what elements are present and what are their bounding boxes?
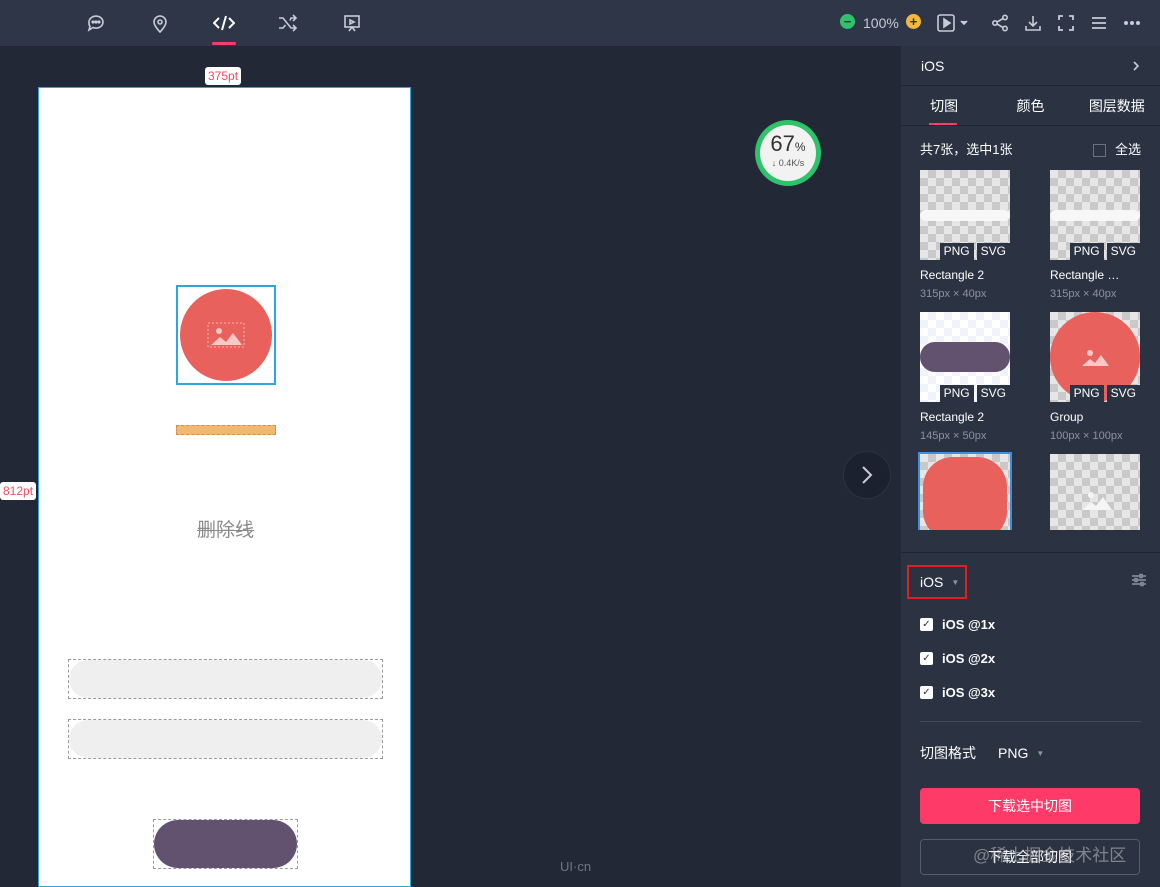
select-all-checkbox[interactable] xyxy=(1092,143,1106,157)
slice-item[interactable]: PNG SVG Rectangle … 315px × 40px xyxy=(1050,170,1140,312)
platform-select[interactable]: iOS ▼ xyxy=(907,565,967,599)
strikethrough-text[interactable]: 删除线 xyxy=(39,515,412,542)
slice-item[interactable]: PNG SVG Rectangle 2 315px × 40px xyxy=(920,170,1010,312)
top-toolbar: − 100% + xyxy=(0,0,1160,46)
tab-colors[interactable]: 颜色 xyxy=(987,86,1073,125)
red-circle-avatar[interactable] xyxy=(180,289,272,381)
svg-tag[interactable]: SVG xyxy=(976,385,1010,402)
select-all-toggle[interactable]: 全选 xyxy=(1092,139,1141,158)
caret-down-icon: ▼ xyxy=(1036,748,1045,758)
select-all-label: 全选 xyxy=(1114,141,1141,157)
png-tag[interactable]: PNG xyxy=(939,243,974,260)
download-selected-button[interactable]: 下载选中切图 xyxy=(920,788,1140,824)
format-label: 切图格式 xyxy=(920,745,976,761)
scale-option-2x[interactable]: ✓ iOS @2x xyxy=(920,651,995,666)
inspector-panel: iOS 切图 颜色 图层数据 共7张，选中1张 全选 PNG SVG Rectan… xyxy=(901,46,1160,887)
comment-icon[interactable] xyxy=(85,12,107,34)
input-field-2[interactable] xyxy=(68,719,383,759)
format-row: 切图格式 PNG ▼ xyxy=(920,743,1044,763)
slice-name: Rectangle 2 xyxy=(920,410,985,424)
chevron-right-icon xyxy=(1133,60,1140,71)
sliders-icon[interactable] xyxy=(1132,573,1146,592)
shuffle-icon[interactable] xyxy=(277,12,299,34)
caret-down-icon: ▼ xyxy=(951,577,960,587)
slice-count-row: 共7张，选中1张 全选 xyxy=(901,126,1160,170)
image-placeholder-icon xyxy=(1082,492,1112,510)
download-icon[interactable] xyxy=(1022,12,1044,34)
slice-size: 315px × 40px xyxy=(920,288,987,300)
slice-size: 145px × 50px xyxy=(920,430,987,442)
slice-size: 100px × 100px xyxy=(1050,430,1123,442)
speed-rate: ↓ 0.4K/s xyxy=(771,158,805,168)
format-select-value: PNG xyxy=(998,745,1029,761)
present-icon[interactable] xyxy=(341,12,363,34)
checkbox-checked[interactable]: ✓ xyxy=(920,652,933,665)
zoom-level: 100% xyxy=(863,15,899,31)
slice-item[interactable]: PNG SVG Group 100px × 100px xyxy=(1050,312,1140,454)
slice-count-text: 共7张，选中1张 xyxy=(920,141,1013,157)
divider xyxy=(920,721,1141,722)
tab-slices[interactable]: 切图 xyxy=(901,86,987,125)
format-select[interactable]: PNG ▼ xyxy=(998,745,1044,761)
active-tab-indicator xyxy=(212,42,236,45)
checkbox-checked[interactable]: ✓ xyxy=(920,618,933,631)
orange-divider-bar[interactable] xyxy=(176,425,276,435)
more-icon[interactable] xyxy=(1121,12,1143,34)
scale-option-1x[interactable]: ✓ iOS @1x xyxy=(920,617,995,632)
image-placeholder-icon xyxy=(207,322,245,348)
watermark: @稀土掘金技术社区 xyxy=(973,846,1127,865)
tab-layer-data[interactable]: 图层数据 xyxy=(1074,86,1160,125)
site-logo: UI·cn xyxy=(560,859,592,874)
speed-unit: % xyxy=(794,140,806,154)
png-tag[interactable]: PNG xyxy=(939,385,974,402)
platform-select-value: iOS xyxy=(920,574,944,590)
slice-size: 315px × 40px xyxy=(1050,288,1117,300)
share-icon[interactable] xyxy=(989,12,1011,34)
svg-tag[interactable]: SVG xyxy=(976,243,1010,260)
tab-active-indicator xyxy=(929,123,957,125)
chevron-right-icon xyxy=(862,466,873,484)
svg-tag[interactable]: SVG xyxy=(1106,243,1140,260)
next-artboard-button[interactable] xyxy=(843,451,891,499)
png-tag[interactable]: PNG xyxy=(1069,243,1104,260)
selected-layer-group[interactable] xyxy=(176,285,276,385)
location-pin-icon[interactable] xyxy=(149,12,171,34)
scale-option-3x[interactable]: ✓ iOS @3x xyxy=(920,685,995,700)
slice-grid: PNG SVG Rectangle 2 315px × 40px PNG SVG R… xyxy=(901,170,1160,530)
zoom-in-button[interactable]: + xyxy=(906,14,921,29)
design-canvas[interactable]: 375pt 812pt 删除线 67% ↓ 0.4K/s UI·cn xyxy=(0,46,900,887)
scale-label: iOS @2x xyxy=(942,651,996,666)
speed-widget: 67% ↓ 0.4K/s xyxy=(755,120,821,186)
png-tag[interactable]: PNG xyxy=(1069,385,1104,402)
input-field-1[interactable] xyxy=(68,659,383,699)
slice-item[interactable] xyxy=(1050,454,1140,530)
artboard-width-tag: 375pt xyxy=(205,67,242,85)
image-placeholder-icon xyxy=(1082,350,1109,366)
panel-tabs: 切图 颜色 图层数据 xyxy=(901,86,1160,126)
svg-tag[interactable]: SVG xyxy=(1106,385,1140,402)
menu-icon[interactable] xyxy=(1088,12,1110,34)
slice-name: Group xyxy=(1050,410,1084,424)
slice-name: Rectangle 2 xyxy=(920,268,985,282)
export-settings: iOS ▼ ✓ iOS @1x ✓ iOS @2x ✓ iOS @3x 切图格式… xyxy=(901,552,1160,887)
platform-header[interactable]: iOS xyxy=(901,46,1160,86)
slice-item-selected[interactable] xyxy=(918,452,1012,530)
purple-button[interactable] xyxy=(153,819,298,869)
zoom-out-button[interactable]: − xyxy=(840,14,855,29)
code-icon[interactable] xyxy=(213,12,235,34)
artboard[interactable]: 删除线 xyxy=(38,87,411,887)
slice-name: Rectangle … xyxy=(1050,268,1120,282)
artboard-height-tag: 812pt xyxy=(0,482,37,500)
scale-label: iOS @1x xyxy=(942,617,996,632)
scale-label: iOS @3x xyxy=(942,685,996,700)
checkbox-checked[interactable]: ✓ xyxy=(920,686,933,699)
play-menu-button[interactable] xyxy=(937,12,973,34)
platform-title: iOS xyxy=(921,57,945,74)
slice-item[interactable]: PNG SVG Rectangle 2 145px × 50px xyxy=(920,312,1010,454)
fullscreen-icon[interactable] xyxy=(1055,12,1077,34)
speed-percent: 67 xyxy=(770,131,795,156)
